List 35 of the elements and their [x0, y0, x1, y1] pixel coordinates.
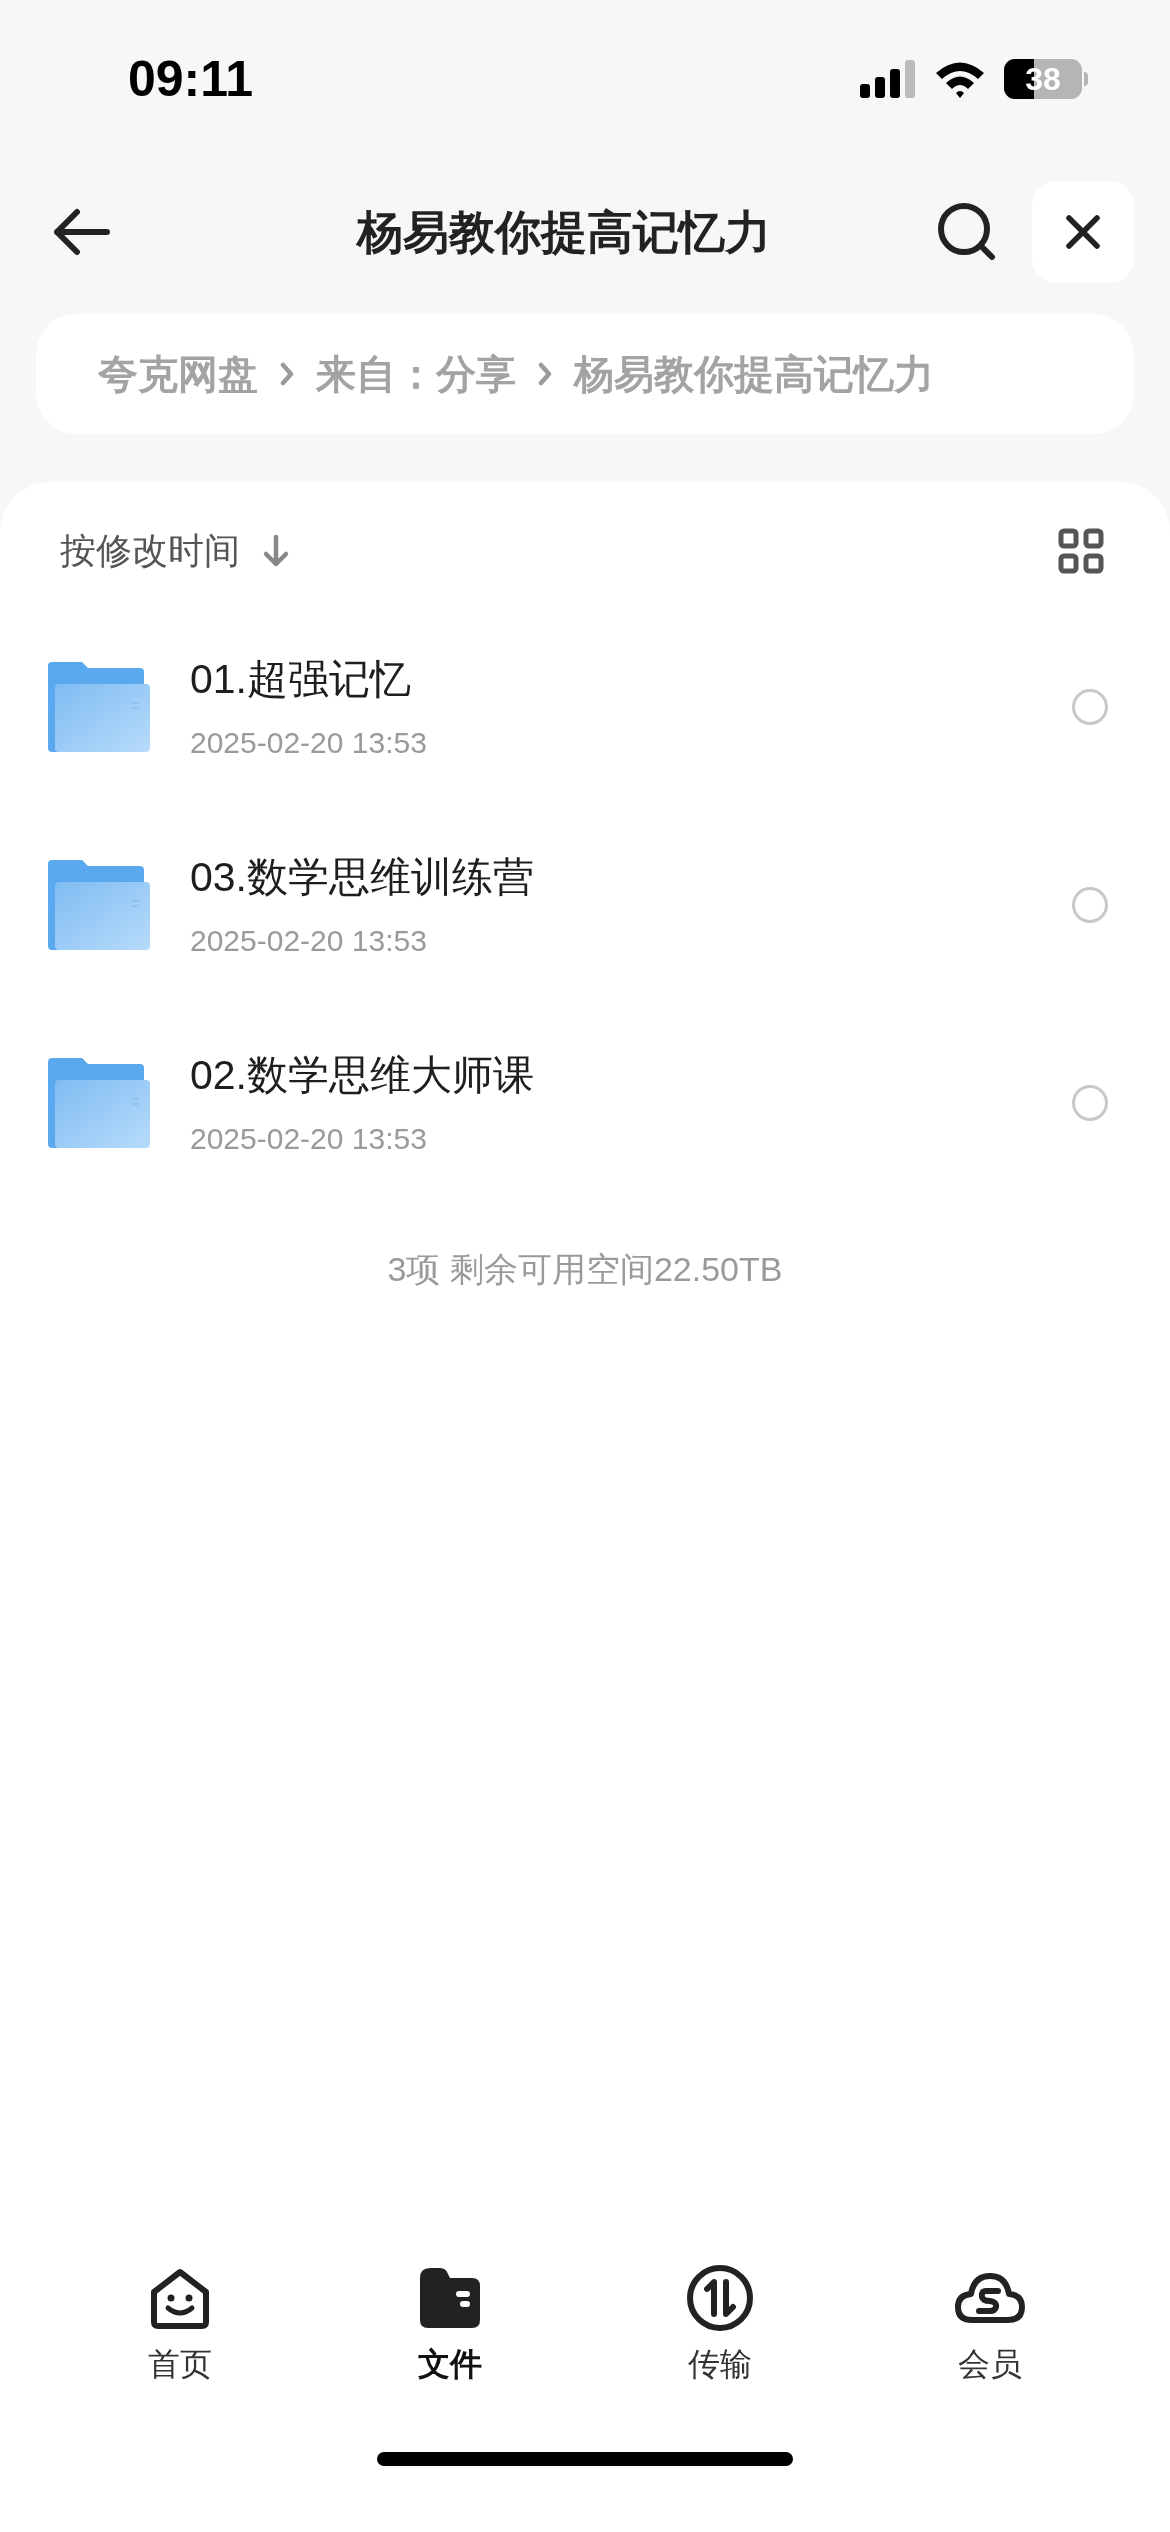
storage-summary: 3项 剩余可用空间22.50TB: [387, 1249, 783, 1290]
close-button[interactable]: [1032, 181, 1134, 283]
tab-bar-item[interactable]: 文件: [315, 2262, 585, 2388]
wifi-icon: [934, 60, 986, 98]
file-row[interactable]: 01.超强记忆 2025-02-20 13:53: [0, 608, 1170, 806]
grid-view-button[interactable]: [1058, 528, 1104, 574]
folder-icon: [48, 1058, 150, 1148]
status-time: 09:11: [128, 49, 254, 109]
folder-date: 2025-02-20 13:53: [190, 725, 428, 762]
select-radio[interactable]: [1072, 1085, 1108, 1121]
folder-name: 02.数学思维大师课: [190, 1050, 535, 1100]
folder-name: 01.超强记忆: [190, 654, 412, 704]
down-arrow-icon: [262, 534, 290, 568]
search-icon: [936, 201, 998, 263]
folder-date: 2025-02-20 13:53: [190, 923, 428, 960]
folder-icon: [48, 860, 150, 950]
page-title: 杨易教你提高记忆力: [357, 204, 771, 260]
chevron-icon: [280, 361, 294, 387]
signal-icon: [860, 60, 916, 98]
file-row[interactable]: 02.数学思维大师课 2025-02-20 13:53: [0, 1004, 1170, 1202]
grid-icon: [1058, 528, 1104, 574]
tab-bar-item[interactable]: 传输: [585, 2262, 855, 2388]
folder-icon: [48, 662, 150, 752]
back-arrow-icon: [51, 208, 111, 256]
folder-name: 03.数学思维训练营: [190, 852, 535, 902]
file-row[interactable]: 03.数学思维训练营 2025-02-20 13:53: [0, 806, 1170, 1004]
close-icon: [1065, 214, 1101, 250]
select-radio[interactable]: [1072, 689, 1108, 725]
folder-date: 2025-02-20 13:53: [190, 1121, 428, 1158]
tab-bar-item[interactable]: 会员: [855, 2262, 1125, 2388]
chevron-icon: [538, 361, 552, 387]
sort-button[interactable]: 按修改时间: [60, 524, 290, 578]
select-radio[interactable]: [1072, 887, 1108, 923]
transfer-icon: [684, 2262, 756, 2334]
tab-bar-item[interactable]: 首页: [45, 2262, 315, 2388]
